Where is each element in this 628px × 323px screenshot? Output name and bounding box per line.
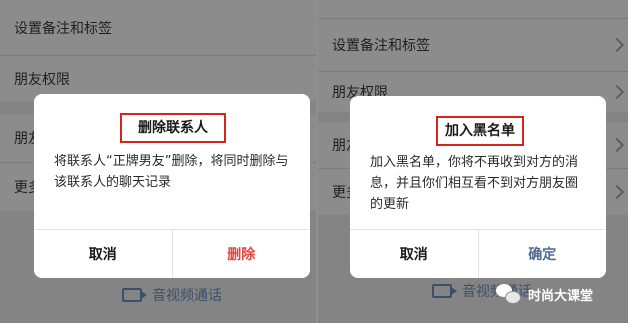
row-label: 朋友权限 — [14, 72, 70, 88]
chevron-right-icon — [609, 84, 625, 100]
confirm-button[interactable]: 确定 — [479, 230, 607, 278]
cancel-button[interactable]: 取消 — [34, 230, 173, 278]
row-label: 设置备注和标签 — [14, 20, 112, 37]
dialog-title: 删除联系人 — [120, 113, 226, 143]
blacklist-dialog: 加入黑名单 加入黑名单，你将不再收到对方的消息，并且你们相互看不到对方朋友圈的更… — [350, 96, 606, 278]
chevron-right-icon — [609, 184, 625, 200]
left-screenshot: 设置备注和标签 朋友权限 朋友 更多 音视频通话 删除联系人 将联系人“正牌男友… — [0, 0, 316, 323]
dialog-buttons: 取消 确定 — [350, 229, 606, 278]
wechat-icon — [496, 284, 522, 304]
av-call-label: 音视频通话 — [152, 288, 222, 304]
settings-row-remark-tags[interactable]: 设置备注和标签 — [0, 0, 316, 55]
dialog-message: 将联系人“正牌男友”删除，将同时删除与该联系人的聊天记录 — [54, 154, 289, 190]
watermark: 时尚大课堂 — [496, 284, 593, 304]
cancel-button[interactable]: 取消 — [350, 230, 479, 278]
chevron-right-icon — [609, 137, 625, 153]
row-label: 设置备注和标签 — [332, 38, 430, 54]
chevron-right-icon — [609, 37, 625, 53]
video-camera-icon — [432, 284, 457, 298]
right-screenshot: 设置备注和标签 朋友权限 朋友 更多 音视频通话 加入黑名单 加入黑名单，你将不… — [318, 0, 628, 323]
video-camera-icon — [122, 288, 147, 302]
av-call-button[interactable]: 音视频通话 — [122, 285, 222, 305]
watermark-text: 时尚大课堂 — [528, 288, 594, 304]
delete-contact-dialog: 删除联系人 将联系人“正牌男友”删除，将同时删除与该联系人的聊天记录 取消 删除 — [34, 94, 310, 278]
delete-button[interactable]: 删除 — [173, 230, 311, 278]
settings-row-top — [318, 0, 628, 18]
dialog-title: 加入黑名单 — [436, 116, 524, 146]
dialog-buttons: 取消 删除 — [34, 229, 310, 278]
settings-row-remark-tags[interactable]: 设置备注和标签 — [318, 19, 628, 71]
dialog-message: 加入黑名单，你将不再收到对方的消息，并且你们相互看不到对方朋友圈的更新 — [370, 155, 579, 212]
